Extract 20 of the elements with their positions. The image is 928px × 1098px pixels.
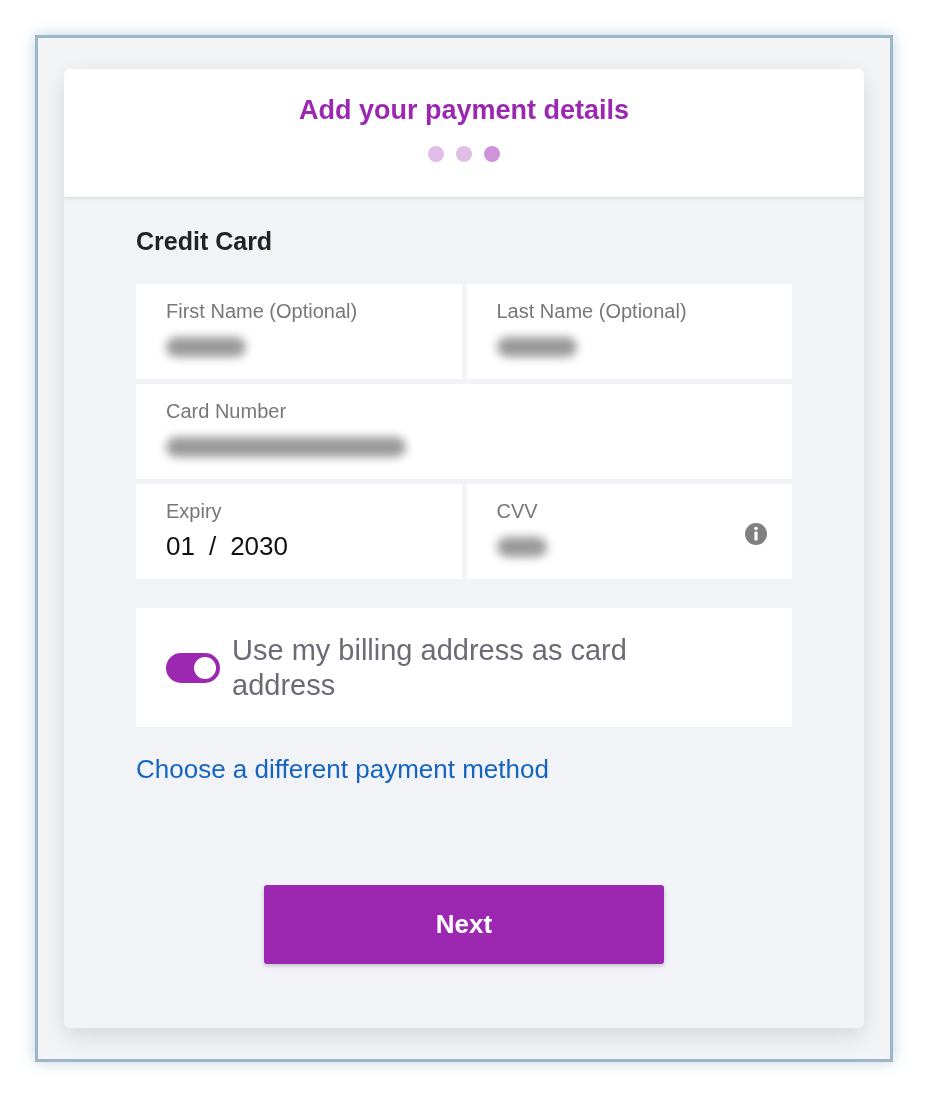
section-title: Credit Card	[136, 227, 274, 256]
input-field[interactable]: First Name (Optional)	[136, 284, 462, 379]
next-button[interactable]: Next	[264, 885, 664, 964]
field-label: CVV	[496, 500, 539, 523]
input-field[interactable]: Expiry 01 / 2030	[136, 484, 462, 579]
field-label: Expiry	[166, 500, 223, 523]
payment-method-link[interactable]: Choose a different payment method	[136, 754, 549, 785]
separator: /	[208, 531, 217, 562]
year-value: 2030	[230, 531, 288, 562]
month-value: 01	[166, 531, 195, 562]
info-icon[interactable]	[744, 522, 768, 546]
field-label: First Name (Optional)	[166, 300, 359, 323]
toggle-switch[interactable]	[166, 652, 220, 683]
input-field[interactable]: CVV	[466, 484, 792, 579]
input-field[interactable]: Last Name (Optional)	[466, 284, 792, 379]
field-label: Last Name (Optional)	[496, 300, 688, 323]
field-label: Card Number	[166, 400, 288, 423]
toggle-label: Use my billing address as card address	[232, 632, 628, 703]
page-title: Add your payment details	[298, 95, 630, 126]
input-field[interactable]: Card Number	[136, 384, 792, 479]
